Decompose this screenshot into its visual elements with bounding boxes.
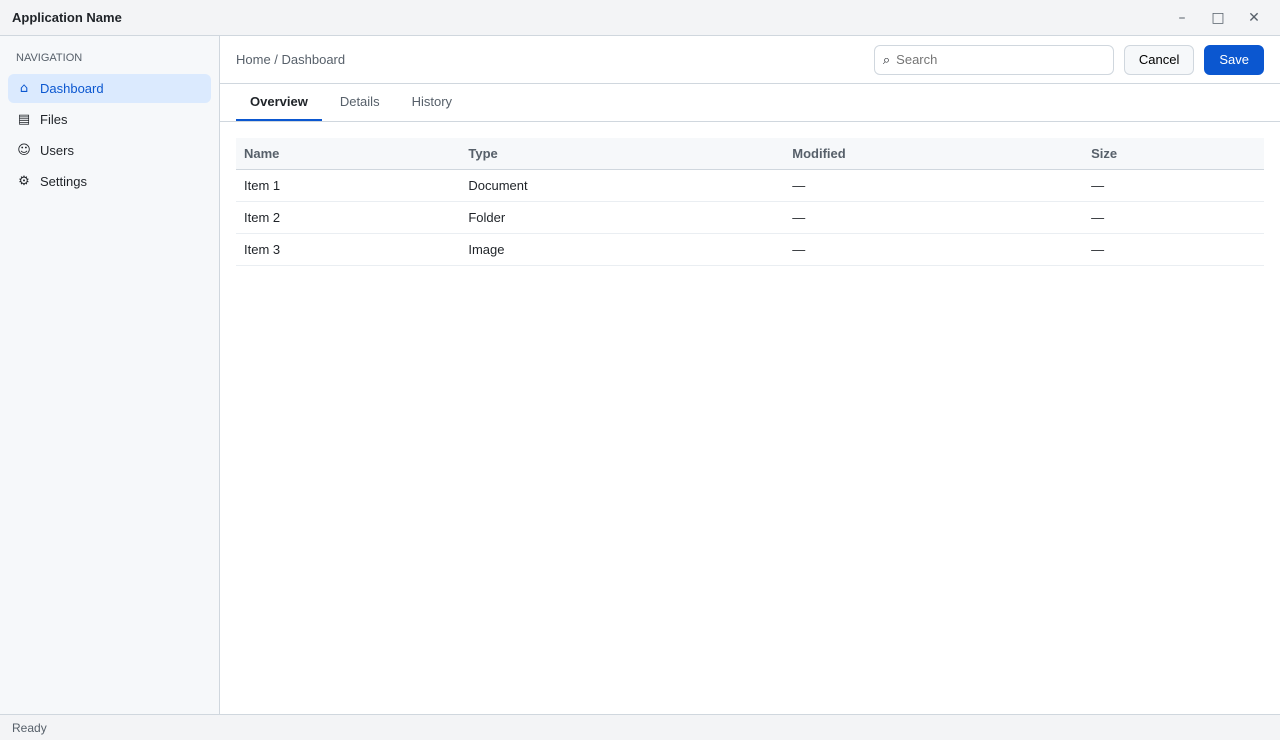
- app-window: Application Name – □ ✕ Navigation ⌂ Dash…: [0, 0, 1280, 740]
- data-table: Name Type Modified Size Item 1 Document …: [236, 138, 1264, 266]
- search-input[interactable]: [896, 52, 1105, 67]
- table-cell: —: [1083, 233, 1264, 266]
- table-header-row: Name Type Modified Size: [236, 138, 1264, 170]
- column-header[interactable]: Name: [236, 138, 461, 170]
- status-text: Ready: [12, 720, 47, 735]
- user-icon: ☺: [17, 143, 31, 158]
- gear-icon: ⚙: [18, 174, 30, 189]
- sidebar-item-label: Users: [40, 143, 74, 158]
- breadcrumb: Home / Dashboard: [236, 52, 346, 67]
- table-row[interactable]: Item 2 Folder — —: [236, 201, 1264, 234]
- search-box[interactable]: ⌕: [873, 44, 1114, 75]
- table-cell: Item 2: [236, 201, 461, 234]
- close-button[interactable]: ✕: [1240, 6, 1268, 30]
- sidebar-item-label: Dashboard: [40, 81, 104, 96]
- sidebar-heading: Navigation: [16, 52, 83, 64]
- main-panel: Home / Dashboard ⌕ Cancel Save Overview …: [220, 36, 1280, 714]
- column-header[interactable]: Size: [1083, 138, 1264, 170]
- column-header[interactable]: Modified: [784, 138, 1084, 170]
- table-cell: Item 1: [236, 169, 461, 202]
- tab-strip: Overview Details History: [220, 84, 1280, 122]
- search-icon: ⌕: [882, 51, 891, 67]
- window-title: Application Name: [12, 10, 122, 25]
- body-row: Navigation ⌂ Dashboard ▤ Files ☺ Users ⚙…: [0, 36, 1280, 714]
- table-cell: —: [1083, 201, 1264, 234]
- sidebar-item-files[interactable]: ▤ Files: [8, 105, 211, 134]
- sidebar-item-label: Settings: [40, 174, 87, 189]
- folder-icon: ▤: [17, 112, 31, 127]
- table-cell: —: [784, 201, 1084, 234]
- tab-history[interactable]: History: [398, 84, 466, 121]
- tab-overview[interactable]: Overview: [236, 84, 322, 121]
- maximize-button[interactable]: □: [1204, 6, 1232, 30]
- column-header[interactable]: Type: [460, 138, 785, 170]
- table-cell: Folder: [460, 201, 785, 234]
- sidebar-item-settings[interactable]: ⚙ Settings: [8, 167, 211, 196]
- table-cell: Image: [460, 233, 785, 266]
- table-cell: —: [1083, 169, 1264, 202]
- cancel-button[interactable]: Cancel: [1123, 44, 1195, 75]
- home-icon: ⌂: [19, 81, 29, 96]
- table-cell: Document: [460, 169, 785, 202]
- table-cell: —: [784, 233, 1084, 266]
- table-row[interactable]: Item 1 Document — —: [236, 169, 1264, 202]
- status-bar: Ready: [0, 714, 1280, 740]
- sidebar-item-label: Files: [40, 112, 68, 127]
- table-cell: —: [784, 169, 1084, 202]
- sidebar: Navigation ⌂ Dashboard ▤ Files ☺ Users ⚙…: [0, 36, 220, 714]
- table-row[interactable]: Item 3 Image — —: [236, 233, 1264, 266]
- minimize-button[interactable]: –: [1168, 6, 1196, 30]
- save-button[interactable]: Save: [1204, 44, 1264, 75]
- title-bar: Application Name – □ ✕: [0, 0, 1280, 36]
- sidebar-item-dashboard[interactable]: ⌂ Dashboard: [8, 74, 211, 103]
- tab-details[interactable]: Details: [326, 84, 394, 121]
- content-area: Name Type Modified Size Item 1 Document …: [220, 122, 1280, 714]
- sidebar-item-users[interactable]: ☺ Users: [8, 136, 211, 165]
- table-cell: Item 3: [236, 233, 461, 266]
- toolbar: Home / Dashboard ⌕ Cancel Save: [220, 36, 1280, 84]
